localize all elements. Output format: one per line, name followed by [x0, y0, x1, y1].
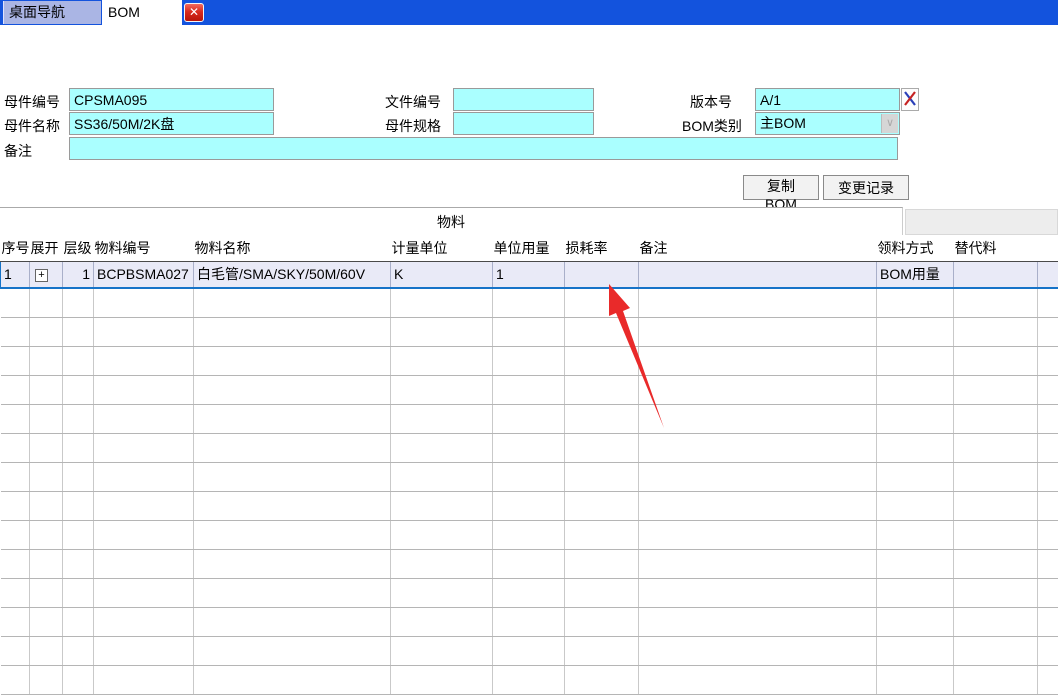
cell-extra: [1038, 261, 1058, 288]
version-label: 版本号: [690, 92, 732, 112]
cell-remark: [639, 261, 877, 288]
parent-code-input[interactable]: [69, 88, 274, 111]
cell-level: 1: [63, 261, 94, 288]
bom-type-select[interactable]: 主BOM ∨: [755, 112, 900, 135]
cell-material-code: BCPBSMA027: [94, 261, 194, 288]
col-pick-method[interactable]: 领料方式: [877, 235, 954, 261]
expand-plus-icon[interactable]: +: [35, 269, 48, 282]
crossed-lines-icon: [903, 90, 917, 107]
close-tab-icon[interactable]: ✕: [184, 3, 204, 22]
col-loss-rate[interactable]: 损耗率: [565, 235, 639, 261]
empty-grid-row[interactable]: [1, 462, 1058, 491]
bom-type-label: BOM类别: [682, 116, 742, 136]
empty-grid-row[interactable]: [1, 288, 1058, 317]
col-level[interactable]: 层级: [63, 235, 94, 261]
remark-input[interactable]: [69, 137, 898, 160]
version-input[interactable]: [755, 88, 900, 111]
empty-grid-row[interactable]: [1, 433, 1058, 462]
parent-code-label: 母件编号: [4, 92, 60, 112]
cell-unit-qty: 1: [493, 261, 565, 288]
change-log-button[interactable]: 变更记录: [823, 175, 909, 200]
copy-bom-button[interactable]: 复制BOM: [743, 175, 819, 200]
cell-expand: +: [30, 261, 63, 288]
remark-label: 备注: [4, 141, 32, 161]
empty-grid-row[interactable]: [1, 636, 1058, 665]
empty-grid-row[interactable]: [1, 491, 1058, 520]
tab-bom[interactable]: BOM: [102, 0, 182, 25]
cell-seq: 1: [1, 261, 30, 288]
group-header-right-panel: [905, 209, 1058, 235]
empty-grid-row[interactable]: [1, 404, 1058, 433]
parent-spec-input[interactable]: [453, 112, 594, 135]
version-lookup-button[interactable]: [901, 88, 919, 111]
empty-grid-row[interactable]: [1, 520, 1058, 549]
col-seq[interactable]: 序号: [1, 235, 30, 261]
doc-no-input[interactable]: [453, 88, 594, 111]
empty-grid-row[interactable]: [1, 578, 1058, 607]
parent-name-input[interactable]: [69, 112, 274, 135]
table-row[interactable]: 1 + 1 BCPBSMA027 白毛管/SMA/SKY/50M/60V K 1…: [1, 261, 1058, 288]
materials-group-header: 物料: [0, 207, 903, 235]
bom-page: 桌面导航 BOM ✕ 母件编号 母件名称 备注 文件编号 母件规格 版本号 BO…: [0, 0, 1058, 700]
parent-name-label: 母件名称: [4, 116, 60, 136]
cell-substitute: [954, 261, 1038, 288]
col-remark[interactable]: 备注: [639, 235, 877, 261]
col-unit-qty[interactable]: 单位用量: [493, 235, 565, 261]
doc-no-label: 文件编号: [385, 92, 441, 112]
parent-spec-label: 母件规格: [385, 116, 441, 136]
tab-bar: 桌面导航 BOM ✕: [0, 0, 1058, 25]
empty-grid-row[interactable]: [1, 317, 1058, 346]
tab-desktop-nav[interactable]: 桌面导航: [3, 1, 101, 24]
materials-table: 序号 展开 层级 物料编号 物料名称 计量单位 单位用量 损耗率 备注 领料方式…: [0, 235, 1058, 695]
col-unit[interactable]: 计量单位: [391, 235, 493, 261]
col-expand[interactable]: 展开: [30, 235, 63, 261]
empty-grid-row[interactable]: [1, 549, 1058, 578]
cell-unit: K: [391, 261, 493, 288]
empty-grid-row[interactable]: [1, 607, 1058, 636]
cell-pick-method: BOM用量: [877, 261, 954, 288]
table-header-row: 序号 展开 层级 物料编号 物料名称 计量单位 单位用量 损耗率 备注 领料方式…: [1, 235, 1058, 261]
bom-type-value: 主BOM: [760, 115, 806, 131]
col-substitute[interactable]: 替代料: [954, 235, 1038, 261]
empty-grid-row[interactable]: [1, 346, 1058, 375]
col-extra: [1038, 235, 1058, 261]
empty-grid-row[interactable]: [1, 375, 1058, 404]
col-material-code[interactable]: 物料编号: [94, 235, 194, 261]
cell-material-name: 白毛管/SMA/SKY/50M/60V: [194, 261, 391, 288]
empty-grid-row[interactable]: [1, 665, 1058, 694]
cell-loss-rate: [565, 261, 639, 288]
chevron-down-icon[interactable]: ∨: [881, 114, 898, 133]
col-material-name[interactable]: 物料名称: [194, 235, 391, 261]
